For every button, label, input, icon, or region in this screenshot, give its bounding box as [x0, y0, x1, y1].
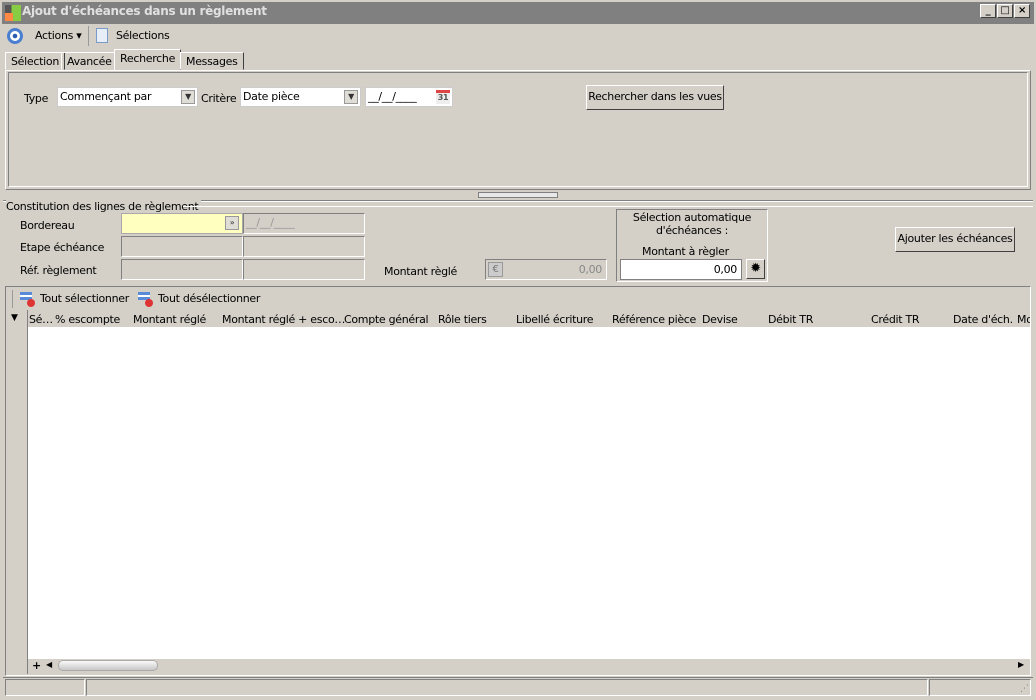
date-value: __/__/____ — [368, 90, 417, 103]
horizontal-scrollbar[interactable] — [44, 659, 1030, 673]
tab-avancee[interactable]: Avancée — [61, 52, 118, 70]
group-line — [183, 206, 1033, 207]
selections-button[interactable]: Sélections — [116, 29, 170, 42]
column-header[interactable]: Libellé écriture — [516, 313, 594, 326]
column-header[interactable]: Montant réglé + esco… — [222, 313, 345, 326]
target-icon[interactable] — [7, 28, 23, 44]
ref-input-2 — [243, 259, 365, 280]
select-all-button[interactable]: Tout sélectionner — [40, 292, 129, 305]
column-header[interactable]: Devise — [702, 313, 738, 326]
grid-body — [27, 327, 1030, 659]
scroll-left-icon[interactable]: ◀ — [46, 660, 52, 669]
column-header[interactable]: Sé… — [29, 313, 53, 326]
double-chevron-icon[interactable]: » — [225, 216, 239, 230]
search-views-label: Rechercher dans les vues — [588, 90, 722, 103]
scroll-thumb[interactable] — [58, 660, 158, 671]
ref-input-1 — [121, 259, 243, 280]
type-value: Commençant par — [60, 90, 152, 103]
column-header[interactable]: % escompte — [55, 313, 120, 326]
add-echeances-button[interactable]: Ajouter les échéances — [895, 227, 1015, 252]
select-all-icon — [20, 292, 35, 307]
critere-value: Date pièce — [243, 90, 300, 103]
chevron-down-icon[interactable]: ▼ — [181, 90, 195, 104]
column-header[interactable]: Mo — [1017, 313, 1030, 326]
auto-selection-title: Sélection automatique d'échéances : — [632, 211, 752, 237]
montant-regle-label: Montant règlé — [384, 265, 457, 278]
calendar-icon[interactable]: 31 — [436, 90, 450, 104]
maximize-button[interactable]: □ — [997, 4, 1013, 18]
euro-icon: € — [488, 262, 503, 277]
tab-messages[interactable]: Messages — [180, 52, 244, 70]
type-label: Type — [24, 92, 49, 105]
close-button[interactable]: × — [1014, 4, 1030, 18]
bordereau-date: __/__/____ — [243, 213, 365, 234]
grid-row-header — [8, 310, 28, 674]
status-pane-2 — [86, 679, 928, 696]
add-echeances-label: Ajouter les échéances — [897, 232, 1013, 245]
bordereau-label: Bordereau — [20, 219, 75, 232]
auto-select-gear-button[interactable]: ✹ — [746, 259, 765, 279]
status-pane-3 — [929, 679, 1031, 696]
etape-input-1 — [121, 236, 243, 257]
actions-label: Actions — [35, 29, 74, 42]
montant-regle-field: 0,00 — [485, 259, 607, 280]
column-header[interactable]: Rôle tiers — [438, 313, 487, 326]
expand-icon[interactable]: + — [32, 659, 41, 672]
column-header[interactable]: Compte général — [344, 313, 429, 326]
critere-label: Critère — [201, 92, 237, 105]
montant-a-regler-label: Montant à règler — [642, 245, 729, 258]
montant-a-regler-input[interactable]: 0,00 — [620, 259, 742, 280]
chevron-down-icon[interactable]: ▼ — [344, 90, 358, 104]
column-header[interactable]: Référence pièce — [612, 313, 696, 326]
window-title: Ajout d'échéances dans un règlement — [22, 4, 267, 18]
etape-label: Etape échéance — [20, 241, 105, 254]
document-icon — [96, 28, 108, 43]
column-header[interactable]: Montant réglé — [133, 313, 206, 326]
chevron-down-icon: ▾ — [76, 29, 82, 42]
scroll-right-icon[interactable]: ▶ — [1018, 660, 1024, 669]
critere-select[interactable]: Date pièce — [240, 87, 361, 107]
actions-menu[interactable]: Actions ▾ — [35, 29, 82, 42]
toolbar-divider — [88, 26, 89, 46]
search-views-button[interactable]: Rechercher dans les vues — [586, 85, 724, 110]
montant-a-regler-value: 0,00 — [713, 263, 738, 276]
type-select[interactable]: Commençant par — [57, 87, 198, 107]
column-header[interactable]: Crédit TR — [871, 313, 920, 326]
splitter-handle[interactable] — [478, 192, 558, 198]
montant-regle-value: 0,00 — [578, 263, 603, 276]
minimize-button[interactable]: _ — [980, 4, 996, 18]
column-header[interactable]: Date d'éch. — [953, 313, 1013, 326]
etape-input-2 — [243, 236, 365, 257]
grid-toolbar-divider — [12, 290, 13, 308]
tab-recherche[interactable]: Recherche — [114, 49, 182, 71]
status-pane-1 — [5, 679, 85, 696]
tab-selection[interactable]: Sélection — [5, 52, 65, 70]
constitution-legend: Constitution des lignes de règlement — [6, 200, 202, 213]
bordereau-date-value: __/__/____ — [246, 216, 295, 229]
deselect-all-button[interactable]: Tout désélectionner — [158, 292, 260, 305]
app-icon — [5, 5, 21, 21]
ref-label: Réf. règlement — [20, 264, 97, 277]
deselect-all-icon — [138, 292, 153, 307]
column-chooser-icon[interactable]: ▼ — [11, 313, 18, 323]
column-header[interactable]: Débit TR — [768, 313, 813, 326]
resize-grip-icon[interactable]: ⋰ — [1020, 684, 1029, 694]
